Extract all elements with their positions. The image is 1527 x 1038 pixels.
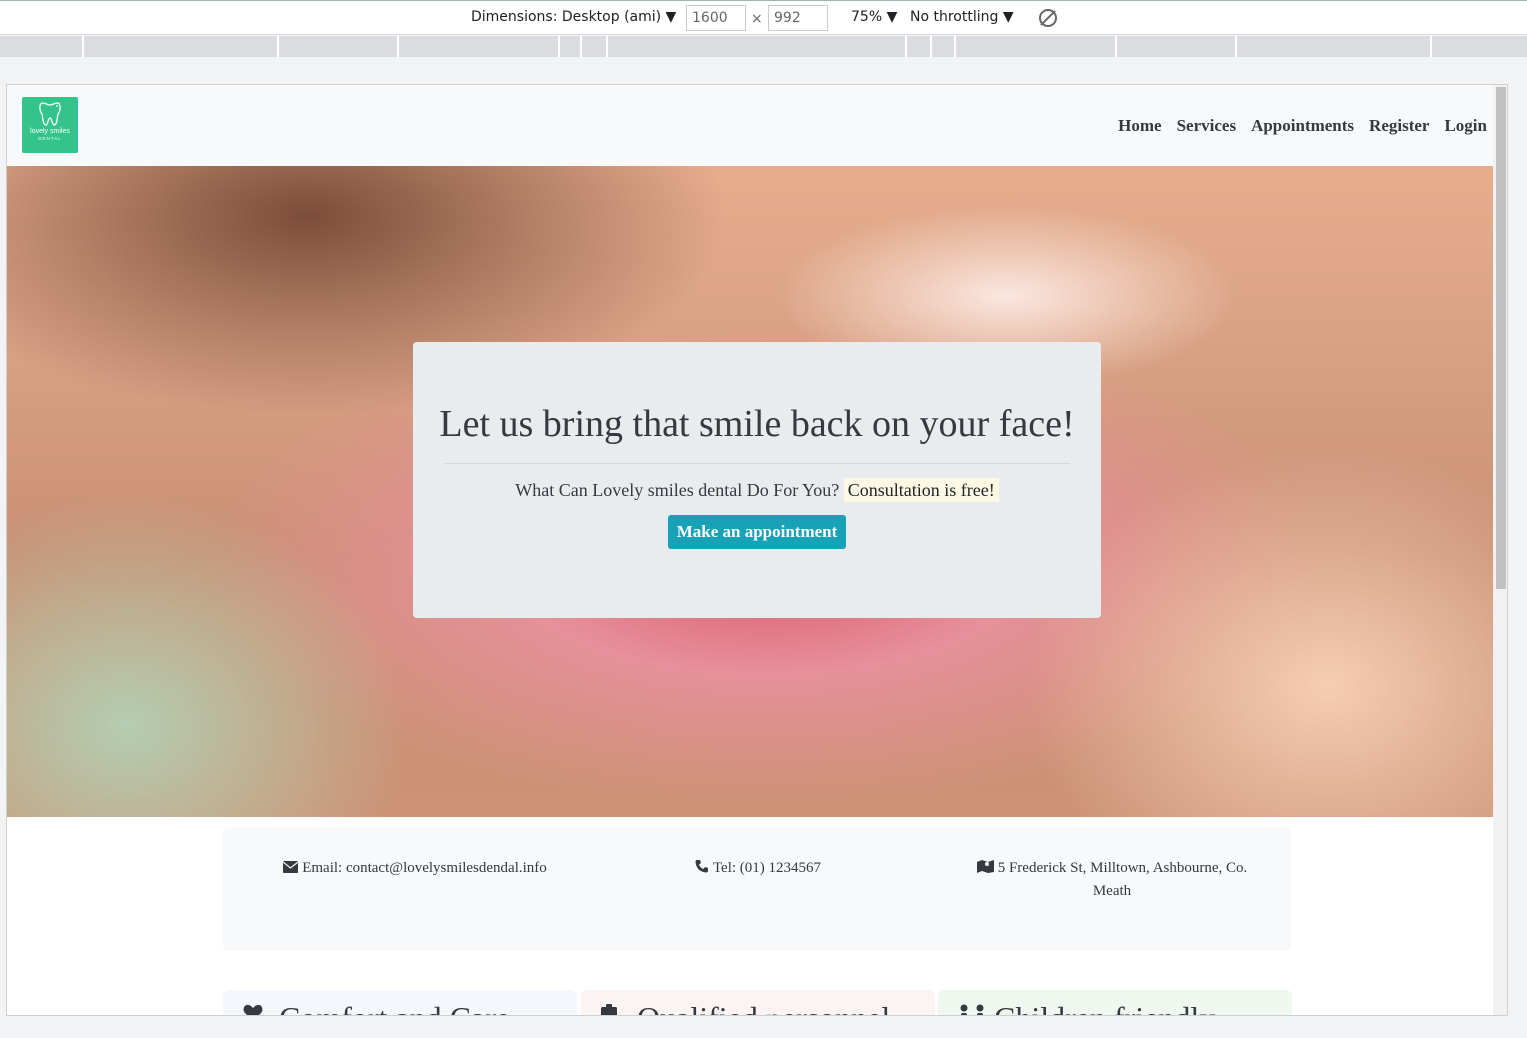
child-icon	[960, 1004, 984, 1015]
phone-icon	[695, 860, 708, 873]
times-sign: ×	[751, 11, 763, 27]
feature-card-comfort: Comfort and Care	[223, 990, 577, 1015]
contact-phone: Tel: (01) 1234567	[683, 857, 833, 880]
envelope-icon	[283, 861, 299, 873]
dimensions-dropdown[interactable]: Dimensions: Desktop (ami) ▼	[471, 9, 676, 25]
contact-email: Email: contact@lovelysmilesdendal.info	[275, 857, 555, 880]
heart-icon	[243, 1004, 263, 1015]
nav-services[interactable]: Services	[1177, 116, 1236, 136]
nav-links: Home Services Appointments Register Logi…	[1118, 116, 1487, 136]
contact-info: Email: contact@lovelysmilesdendal.info T…	[223, 827, 1291, 951]
page-scrollbar[interactable]	[1493, 85, 1507, 1015]
free-consultation-highlight: Consultation is free!	[843, 478, 999, 502]
feature-card-children: Children friendly	[938, 990, 1292, 1015]
zoom-dropdown[interactable]: 75% ▼	[851, 9, 897, 25]
make-appointment-button[interactable]: Make an appointment	[667, 515, 847, 549]
media-query-ruler[interactable]	[0, 36, 1527, 57]
contact-address: 5 Frederick St, Milltown, Ashbourne, Co.…	[967, 857, 1257, 903]
rotate-icon[interactable]	[1039, 9, 1057, 27]
width-input[interactable]	[686, 5, 746, 31]
hero-heading: Let us bring that smile back on your fac…	[439, 403, 1075, 445]
hero-divider	[444, 463, 1070, 464]
email-text[interactable]: Email: contact@lovelysmilesdendal.info	[302, 860, 547, 876]
feature-title: Qualified personnel	[637, 1000, 890, 1015]
logo-subtitle: DENTAL	[38, 136, 62, 141]
hero-lead-text: What Can Lovely smiles dental Do For You…	[515, 480, 840, 500]
scrollbar-thumb[interactable]	[1496, 87, 1506, 589]
feature-title: Comfort and Care	[279, 1000, 510, 1015]
height-input[interactable]	[768, 5, 828, 31]
feature-title: Children friendly	[994, 1000, 1215, 1015]
map-marker-icon	[976, 860, 994, 873]
phone-text[interactable]: Tel: (01) 1234567	[713, 860, 821, 876]
throttling-dropdown[interactable]: No throttling ▼	[910, 9, 1014, 25]
tooth-icon	[39, 102, 61, 126]
nav-register[interactable]: Register	[1369, 116, 1429, 136]
address-text: 5 Frederick St, Milltown, Ashbourne, Co.…	[997, 860, 1248, 899]
nav-login[interactable]: Login	[1444, 116, 1487, 136]
navbar: lovely smiles DENTAL Home Services Appoi…	[7, 85, 1495, 166]
nav-home[interactable]: Home	[1118, 116, 1161, 136]
page-viewport: lovely smiles DENTAL Home Services Appoi…	[6, 84, 1508, 1016]
nav-appointments[interactable]: Appointments	[1251, 116, 1354, 136]
hero-banner: Let us bring that smile back on your fac…	[7, 166, 1507, 817]
logo-name: lovely smiles	[30, 128, 70, 135]
hero-jumbotron: Let us bring that smile back on your fac…	[413, 342, 1101, 618]
hero-lead: What Can Lovely smiles dental Do For You…	[413, 478, 1101, 502]
brand-logo[interactable]: lovely smiles DENTAL	[22, 97, 78, 153]
devtools-device-toolbar: Dimensions: Desktop (ami) ▼ × 75% ▼ No t…	[0, 0, 1527, 35]
clipboard-icon	[601, 1004, 617, 1015]
feature-card-qualified: Qualified personnel	[581, 990, 935, 1015]
